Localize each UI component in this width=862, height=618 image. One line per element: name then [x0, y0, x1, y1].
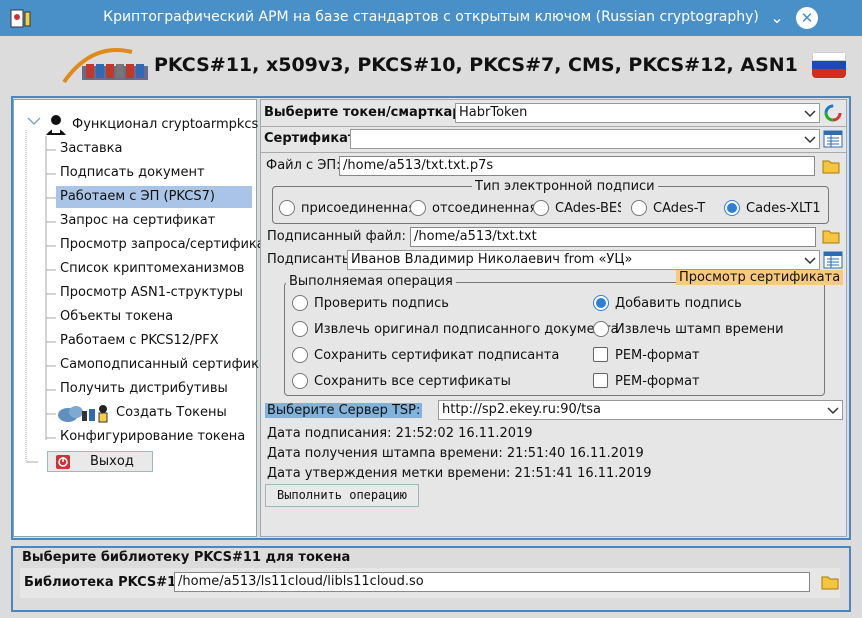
sign-date: Дата подписания: 21:52:02 16.11.2019	[267, 426, 533, 441]
stamp-date: Дата получения штампа времени: 21:51:40 …	[267, 446, 644, 461]
exit-icon	[56, 455, 70, 469]
minimize-button[interactable]: ⌄	[768, 9, 786, 27]
folder-icon[interactable]	[822, 158, 840, 174]
tree-item-pkcs7[interactable]: Работаем с ЭП (PKCS7)	[56, 186, 252, 208]
certificate-icon[interactable]	[823, 251, 843, 269]
sig-type-attached-radio[interactable]	[279, 200, 295, 216]
op-verify-label: Проверить подпись	[314, 296, 449, 311]
chevron-down-icon	[804, 257, 816, 265]
exit-button[interactable]: Выход	[47, 451, 153, 472]
sig-type-xlt1-radio[interactable]	[724, 200, 740, 216]
title-bar: Криптографический АРМ на базе стандартов…	[0, 0, 862, 36]
signers-label: Подписанты:	[267, 252, 357, 267]
signed-file-label: Подписанный файл:	[267, 229, 406, 244]
certificate-icon[interactable]	[823, 130, 843, 148]
window-title: Криптографический АРМ на базе стандартов…	[103, 9, 759, 25]
tree-item-asn1[interactable]: Просмотр ASN1-структуры	[60, 282, 243, 304]
function-tree[interactable]: Функционал cryptoarmpkcs Заставка Подпис…	[13, 99, 280, 537]
library-panel: Выберите библиотеку PKCS#11 для токена Б…	[11, 546, 851, 612]
sig-type-xlt1-label: Cades-XLT1	[746, 201, 821, 216]
library-path-field[interactable]: /home/a513/ls11cloud/libls11cloud.so	[174, 572, 810, 592]
library-label: Библиотека PKCS#11:	[24, 575, 191, 590]
signed-file-field[interactable]: /home/a513/txt.txt	[410, 227, 816, 247]
sig-type-attached-label: присоединенная	[301, 201, 417, 216]
ep-file-label: Файл с ЭП:	[266, 158, 341, 173]
tree-item-view-request[interactable]: Просмотр запроса/сертификата	[60, 234, 280, 256]
op-save-signer-label: Сохранить сертификат подписанта	[314, 348, 560, 363]
russian-flag-icon	[812, 52, 846, 78]
tree-item-mechanisms[interactable]: Список криптомеханизмов	[60, 258, 244, 280]
tree-item-token-objects[interactable]: Объекты токена	[60, 306, 173, 328]
signers-select-value: Иванов Владимир Николаевич from «УЦ»	[351, 252, 633, 267]
sig-type-detached-label: отсоединенная	[432, 201, 538, 216]
op-save-signer-radio[interactable]	[292, 347, 308, 363]
op-add-sign-radio[interactable]	[593, 295, 609, 311]
token-select-value: HabrToken	[459, 105, 528, 120]
operation-title: Выполняемая операция	[286, 274, 456, 289]
token-label: Выберите токен/смарткарту:	[264, 105, 483, 120]
sig-type-t-label: CAdes-T	[653, 201, 706, 216]
pem-format-checkbox[interactable]	[593, 347, 608, 362]
sig-type-detached-radio[interactable]	[410, 200, 426, 216]
sig-type-bes-radio[interactable]	[533, 200, 549, 216]
tree-item-splash[interactable]: Заставка	[60, 138, 122, 160]
tsp-select-value: http://sp2.ekey.ru:90/tsa	[442, 402, 602, 417]
sig-type-bes-label: CAdes-BES	[555, 201, 621, 216]
tree-item-configure-token[interactable]: Конфигурирование токена	[60, 426, 245, 448]
folder-icon[interactable]	[821, 574, 839, 590]
tree-item-sign-document[interactable]: Подписать документ	[60, 162, 205, 184]
refresh-icon[interactable]	[823, 103, 843, 123]
op-extract-radio[interactable]	[292, 321, 308, 337]
tree-item-selfsigned[interactable]: Самоподписанный сертификат	[60, 354, 275, 376]
pem-format-label-2: PEM-формат	[615, 374, 700, 389]
op-save-all-radio[interactable]	[292, 373, 308, 389]
library-title: Выберите библиотеку PKCS#11 для токена	[22, 550, 351, 565]
logo-icon	[62, 48, 148, 84]
chevron-down-icon	[827, 407, 839, 415]
exit-label: Выход	[90, 454, 134, 469]
ep-file-field[interactable]: /home/a513/txt.txt.p7s	[339, 156, 815, 176]
tree-root[interactable]: Функционал cryptoarmpkcs	[72, 114, 258, 136]
tree-item-distributions[interactable]: Получить дистрибутивы	[60, 378, 228, 400]
chevron-down-icon	[804, 136, 816, 144]
divider	[261, 126, 846, 127]
tree-item-create-tokens[interactable]: Создать Токены	[116, 402, 227, 424]
pkcs7-panel: Выберите токен/смарткарту: HabrToken Сер…	[260, 99, 847, 537]
pem-format-checkbox-2[interactable]	[593, 373, 608, 388]
tree-item-cert-request[interactable]: Запрос на сертификат	[60, 210, 215, 232]
op-extract-stamp-radio[interactable]	[593, 321, 609, 337]
header: PKCS#11, x509v3, PKCS#10, PKCS#7, CMS, P…	[8, 40, 854, 92]
cert-select[interactable]	[350, 129, 820, 149]
tsp-label: Выберите Сервер TSP:	[265, 403, 423, 418]
user-icon	[46, 115, 66, 135]
cloud-token-icon	[58, 405, 108, 423]
op-extract-label: Извлечь оригинал подписанного документа	[314, 322, 619, 337]
divider	[261, 152, 846, 153]
close-button[interactable]: ✕	[796, 7, 818, 29]
cert-label: Сертификат:	[264, 131, 361, 146]
page-title: PKCS#11, x509v3, PKCS#10, PKCS#7, CMS, P…	[154, 54, 798, 76]
op-verify-radio[interactable]	[292, 295, 308, 311]
op-save-all-label: Сохранить все сертификаты	[314, 374, 511, 389]
op-extract-stamp-label: Извлечь штамп времени	[615, 322, 784, 337]
execute-button[interactable]: Выполнить операцию	[265, 484, 419, 507]
tsp-select[interactable]: http://sp2.ekey.ru:90/tsa	[438, 400, 843, 420]
sig-type-title: Тип электронной подписи	[472, 179, 658, 194]
signers-select[interactable]: Иванов Владимир Николаевич from «УЦ»	[347, 250, 820, 270]
view-cert-button[interactable]: Просмотр сертификата	[676, 270, 844, 285]
pem-format-label: PEM-формат	[615, 348, 700, 363]
tree-item-pkcs12[interactable]: Работаем с PKCS12/PFX	[60, 330, 219, 352]
sig-type-t-radio[interactable]	[631, 200, 647, 216]
op-add-sign-label: Добавить подпись	[615, 296, 742, 311]
approve-date: Дата утверждения метки времени: 21:51:41…	[267, 466, 652, 481]
chevron-down-icon	[804, 110, 816, 118]
folder-icon[interactable]	[822, 228, 840, 244]
token-select[interactable]: HabrToken	[455, 103, 820, 123]
